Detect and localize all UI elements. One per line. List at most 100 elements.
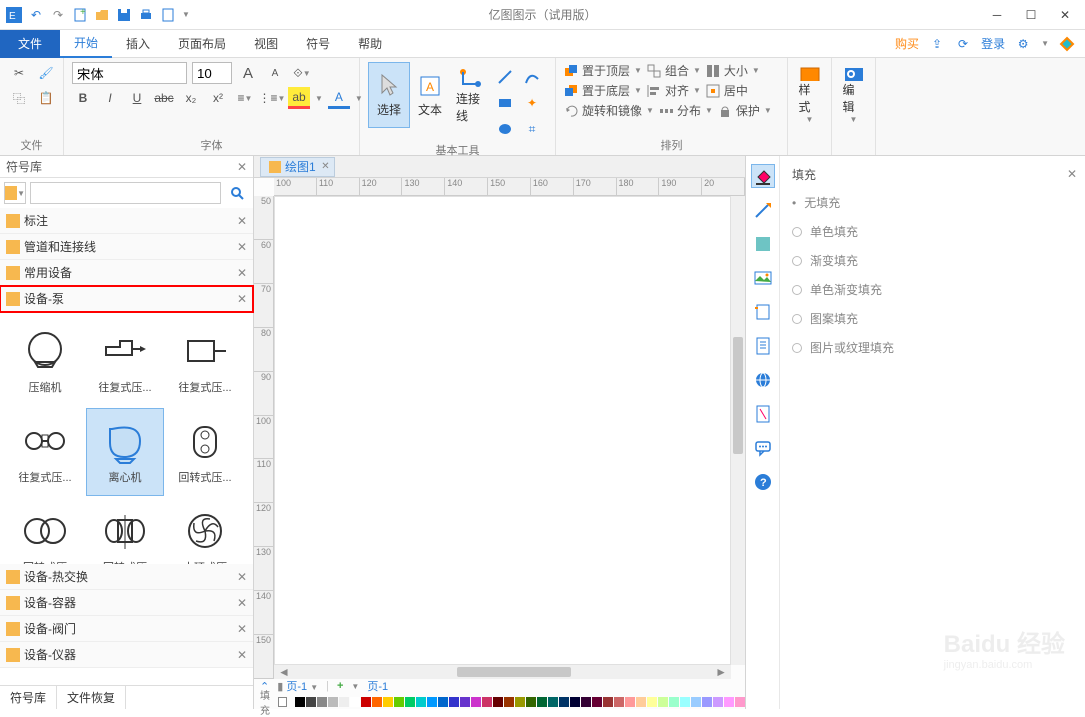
- crop-icon[interactable]: ⌗: [521, 118, 543, 140]
- add-page-icon[interactable]: +: [337, 680, 343, 692]
- rect-icon[interactable]: [494, 92, 516, 114]
- panel-close-icon[interactable]: ✕: [237, 160, 247, 174]
- canvas[interactable]: [274, 196, 731, 665]
- library-picker-icon[interactable]: ▼: [4, 182, 26, 204]
- shape-recip1[interactable]: 往复式压...: [86, 318, 164, 406]
- right-panel-close-icon[interactable]: ✕: [1067, 167, 1077, 181]
- style-button[interactable]: 样式▼: [793, 62, 827, 128]
- page-tab[interactable]: 页-1: [367, 678, 388, 694]
- shape-rotary2[interactable]: 回转式压: [6, 498, 84, 564]
- fill-mono-gradient[interactable]: 单色渐变填充: [792, 275, 1073, 304]
- shape-centrifuge[interactable]: 离心机: [86, 408, 164, 496]
- align-button[interactable]: 对齐▼: [647, 82, 701, 99]
- connector-tool[interactable]: 连接线: [450, 62, 492, 128]
- cat-pump[interactable]: 设备-泵✕: [0, 286, 253, 312]
- image-tab-icon[interactable]: [751, 266, 775, 290]
- shape-waterring[interactable]: 水环式压: [166, 498, 244, 564]
- lock-button[interactable]: 保护▼: [718, 102, 772, 119]
- web-tab-icon[interactable]: [751, 368, 775, 392]
- size-button[interactable]: 大小▼: [706, 62, 760, 79]
- tab-view[interactable]: 视图: [240, 30, 292, 58]
- underline-icon[interactable]: U: [126, 87, 148, 109]
- theme-tab-icon[interactable]: [751, 402, 775, 426]
- page-tab-icon[interactable]: [751, 334, 775, 358]
- fill-gradient[interactable]: 渐变填充: [792, 246, 1073, 275]
- tab-help[interactable]: 帮助: [344, 30, 396, 58]
- subscript-icon[interactable]: x₂: [180, 87, 202, 109]
- undo-icon[interactable]: ↶: [28, 7, 44, 23]
- open-icon[interactable]: [94, 7, 110, 23]
- fill-texture[interactable]: 图片或纹理填充: [792, 333, 1073, 362]
- save-icon[interactable]: [116, 7, 132, 23]
- tab-start[interactable]: 开始: [60, 30, 112, 58]
- strike-icon[interactable]: abc: [153, 87, 175, 109]
- symbol-search-input[interactable]: [30, 182, 221, 204]
- select-tool[interactable]: 选择: [368, 62, 410, 128]
- cat-annotation[interactable]: 标注✕: [0, 208, 253, 234]
- line-spacing-icon[interactable]: ≡▼: [234, 87, 256, 109]
- fill-pattern[interactable]: 图案填充: [792, 304, 1073, 333]
- send-back-button[interactable]: 置于底层▼: [564, 82, 642, 99]
- comment-tab-icon[interactable]: [751, 436, 775, 460]
- distribute-button[interactable]: 分布▼: [659, 102, 713, 119]
- curve-icon[interactable]: [521, 66, 543, 88]
- bullets-icon[interactable]: ⋮≡▼: [261, 87, 283, 109]
- page-menu[interactable]: ▮ 页-1 ▼: [277, 678, 318, 694]
- fill-tab-icon[interactable]: [751, 164, 775, 188]
- star-icon[interactable]: ✦: [521, 92, 543, 114]
- paste-icon[interactable]: 📋: [35, 87, 57, 109]
- line-tab-icon[interactable]: [751, 198, 775, 222]
- close-button[interactable]: ✕: [1049, 1, 1081, 29]
- font-color-icon[interactable]: A: [328, 87, 350, 109]
- cat-valve[interactable]: 设备-阀门✕: [0, 616, 253, 642]
- fill-swatch[interactable]: [278, 697, 287, 707]
- login-link[interactable]: 登录: [981, 35, 1005, 52]
- maximize-button[interactable]: ☐: [1015, 1, 1047, 29]
- highlight-icon[interactable]: ab: [288, 87, 310, 109]
- minimize-button[interactable]: ─: [981, 1, 1013, 29]
- export-icon[interactable]: [160, 7, 176, 23]
- app-switch-icon[interactable]: [1059, 36, 1075, 52]
- font-size-input[interactable]: [192, 62, 232, 84]
- color-swatches[interactable]: [295, 697, 745, 707]
- new-icon[interactable]: +: [72, 7, 88, 23]
- shadow-tab-icon[interactable]: [751, 232, 775, 256]
- help-tab-icon[interactable]: ?: [751, 470, 775, 494]
- document-tab[interactable]: 绘图1 ✕: [260, 157, 335, 177]
- grow-font-icon[interactable]: A: [237, 62, 259, 84]
- cat-vessel[interactable]: 设备-容器✕: [0, 590, 253, 616]
- qat-dropdown-icon[interactable]: ▼: [182, 10, 190, 19]
- shape-rotary1[interactable]: 回转式压...: [166, 408, 244, 496]
- bottom-tab-symbols[interactable]: 符号库: [0, 686, 57, 709]
- bold-icon[interactable]: B: [72, 87, 94, 109]
- text-tool[interactable]: A 文本: [412, 62, 448, 128]
- cat-heat[interactable]: 设备-热交换✕: [0, 564, 253, 590]
- settings-icon[interactable]: ⚙: [1015, 36, 1031, 52]
- tab-layout[interactable]: 页面布局: [164, 30, 240, 58]
- edit-button[interactable]: 编辑▼: [837, 62, 871, 128]
- rotate-button[interactable]: 旋转和镜像▼: [564, 102, 654, 119]
- redo-icon[interactable]: ↷: [50, 7, 66, 23]
- cut-icon[interactable]: ✂: [8, 62, 30, 84]
- shape-compressor[interactable]: 压缩机: [6, 318, 84, 406]
- shape-recip3[interactable]: 往复式压...: [6, 408, 84, 496]
- text-settings-icon[interactable]: ⟐▼: [291, 62, 313, 84]
- fill-none[interactable]: •无填充: [792, 188, 1073, 217]
- oval-icon[interactable]: [494, 118, 516, 140]
- copy-icon[interactable]: ⿻: [8, 87, 30, 109]
- buy-link[interactable]: 购买: [895, 35, 919, 52]
- superscript-icon[interactable]: x²: [207, 87, 229, 109]
- file-menu[interactable]: 文件: [0, 30, 60, 58]
- tab-close-icon[interactable]: ✕: [321, 161, 329, 172]
- line-icon[interactable]: [494, 66, 516, 88]
- bring-front-button[interactable]: 置于顶层▼: [564, 62, 642, 79]
- italic-icon[interactable]: I: [99, 87, 121, 109]
- share-icon[interactable]: ⇪: [929, 36, 945, 52]
- print-icon[interactable]: [138, 7, 154, 23]
- center-button[interactable]: 居中: [706, 82, 748, 99]
- scrollbar-vertical[interactable]: [731, 196, 745, 665]
- cloud-icon[interactable]: ⟳: [955, 36, 971, 52]
- shape-rotary3[interactable]: 回转式压: [86, 498, 164, 564]
- cat-pipe[interactable]: 管道和连接线✕: [0, 234, 253, 260]
- shape-recip2[interactable]: 往复式压...: [166, 318, 244, 406]
